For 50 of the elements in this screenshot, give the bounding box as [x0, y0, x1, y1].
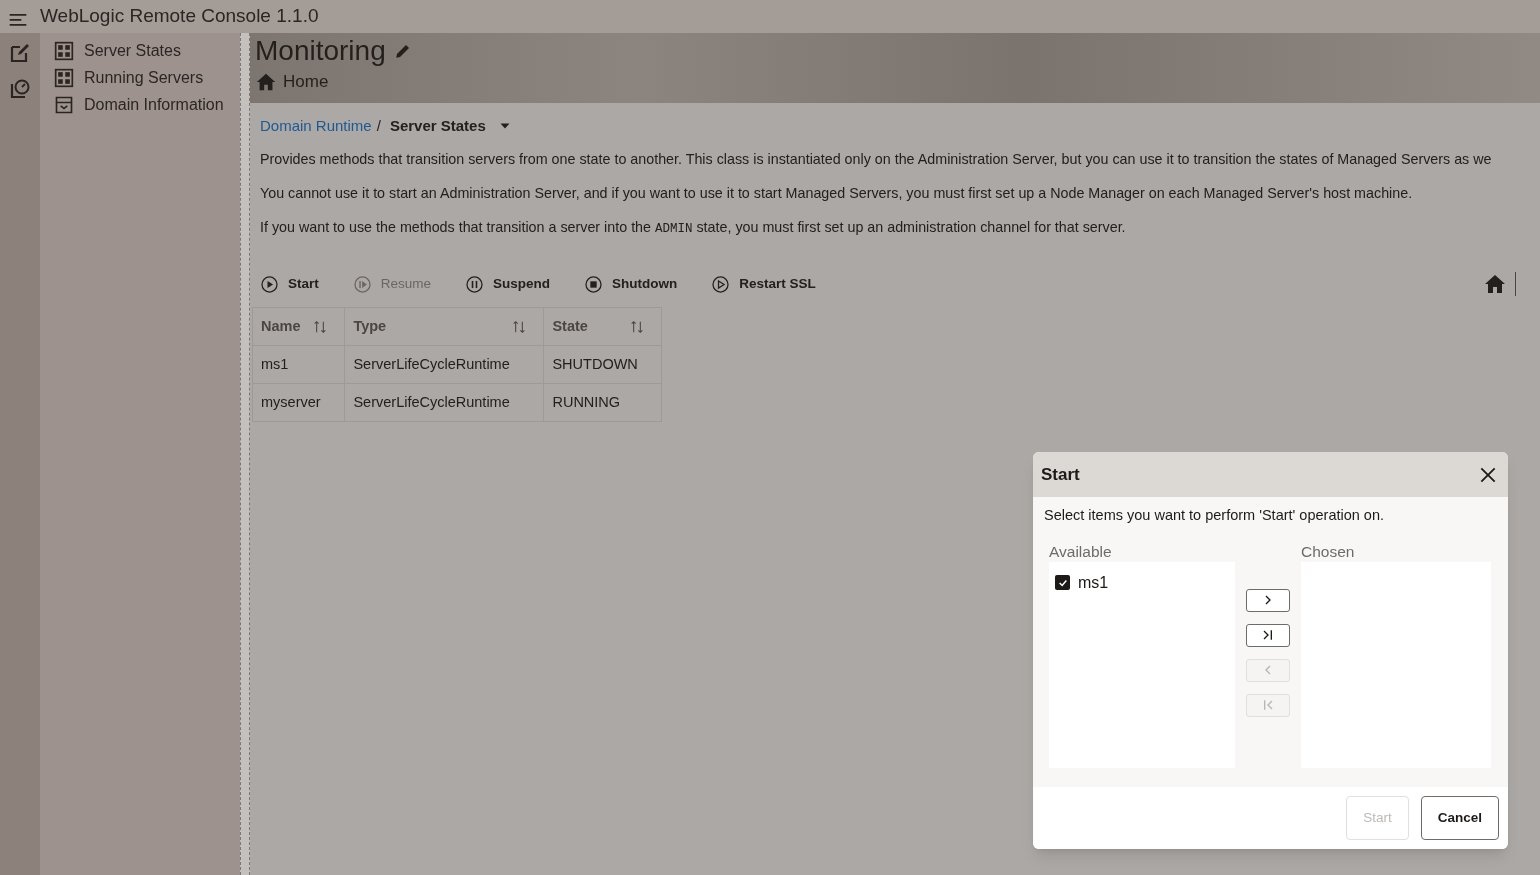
pause-icon: [465, 274, 485, 294]
home-link[interactable]: Home: [255, 69, 1535, 95]
stop-icon: [584, 274, 604, 294]
shuttle-button[interactable]: [1246, 588, 1290, 612]
action-button[interactable]: Suspend: [465, 273, 551, 295]
table-cell: SHUTDOWN: [543, 345, 662, 384]
dialog-instruction: Select items you want to perform 'Start' operation on.: [1044, 506, 1385, 525]
list-label: Available: [1049, 541, 1113, 562]
checkbox[interactable]: [1055, 575, 1070, 591]
play-icon: [260, 274, 279, 294]
nav-item[interactable]: Domain Information: [54, 91, 240, 118]
action-button[interactable]: Shutdown: [584, 273, 678, 295]
app-title: WebLogic Remote Console 1.1.0: [40, 4, 319, 29]
action-button[interactable]: Restart SSL: [711, 273, 816, 295]
table-cell: ms1: [252, 345, 345, 384]
page-title: Monitoring: [255, 34, 386, 68]
description-text: Provides methods that transition servers from one state to another. This class is instantiated only on the Administration Server, but you can use it to transition the states of Managed Servers as we: [260, 150, 1493, 169]
sort-icon: [312, 318, 329, 335]
grid-icon: [54, 40, 74, 61]
sort-icon: [629, 318, 645, 335]
play-outline-icon: [711, 274, 731, 294]
sort-icon: [511, 318, 528, 335]
nav-item[interactable]: Server States: [54, 37, 240, 64]
column-header[interactable]: Name: [252, 307, 345, 346]
resume-icon: [352, 274, 372, 294]
pencil-icon: [393, 42, 412, 60]
dialog-button[interactable]: Cancel: [1420, 796, 1499, 840]
description-text: If you want to use the methods that transition a server into the ADMIN state, you must first set up an administration channel for that server.: [260, 218, 1127, 238]
home-icon: [1483, 272, 1507, 296]
table-cell: ServerLifeCycleRuntime: [344, 383, 544, 422]
breadcrumb-current[interactable]: Server States: [389, 114, 486, 138]
table-cell: RUNNING: [543, 383, 662, 422]
list-item[interactable]: ms1: [1055, 570, 1229, 595]
table-cell: ServerLifeCycleRuntime: [344, 345, 544, 384]
breadcrumb-link[interactable]: Domain Runtime: [260, 114, 372, 138]
checkmark-icon: [1057, 577, 1068, 588]
column-header[interactable]: Type: [344, 307, 544, 346]
gauge-icon: [8, 77, 32, 101]
edit-icon: [8, 41, 32, 65]
description-text: You cannot use it to start an Administration Server, and if you want to use it to start Managed Servers, you must first set up a Node Manager on each Managed Server's host machine.: [260, 184, 1414, 203]
inbox-icon: [54, 94, 74, 115]
column-header[interactable]: State: [543, 307, 662, 346]
nav-item[interactable]: Running Servers: [54, 64, 240, 91]
shuttle-button[interactable]: [1246, 623, 1290, 647]
grid-icon: [54, 67, 74, 88]
action-button[interactable]: Start: [260, 273, 319, 295]
breadcrumb-separator: /: [376, 115, 381, 136]
list-label: Chosen: [1301, 541, 1356, 562]
table-cell: myserver: [252, 383, 345, 422]
dialog-title: Start: [1041, 463, 1080, 486]
